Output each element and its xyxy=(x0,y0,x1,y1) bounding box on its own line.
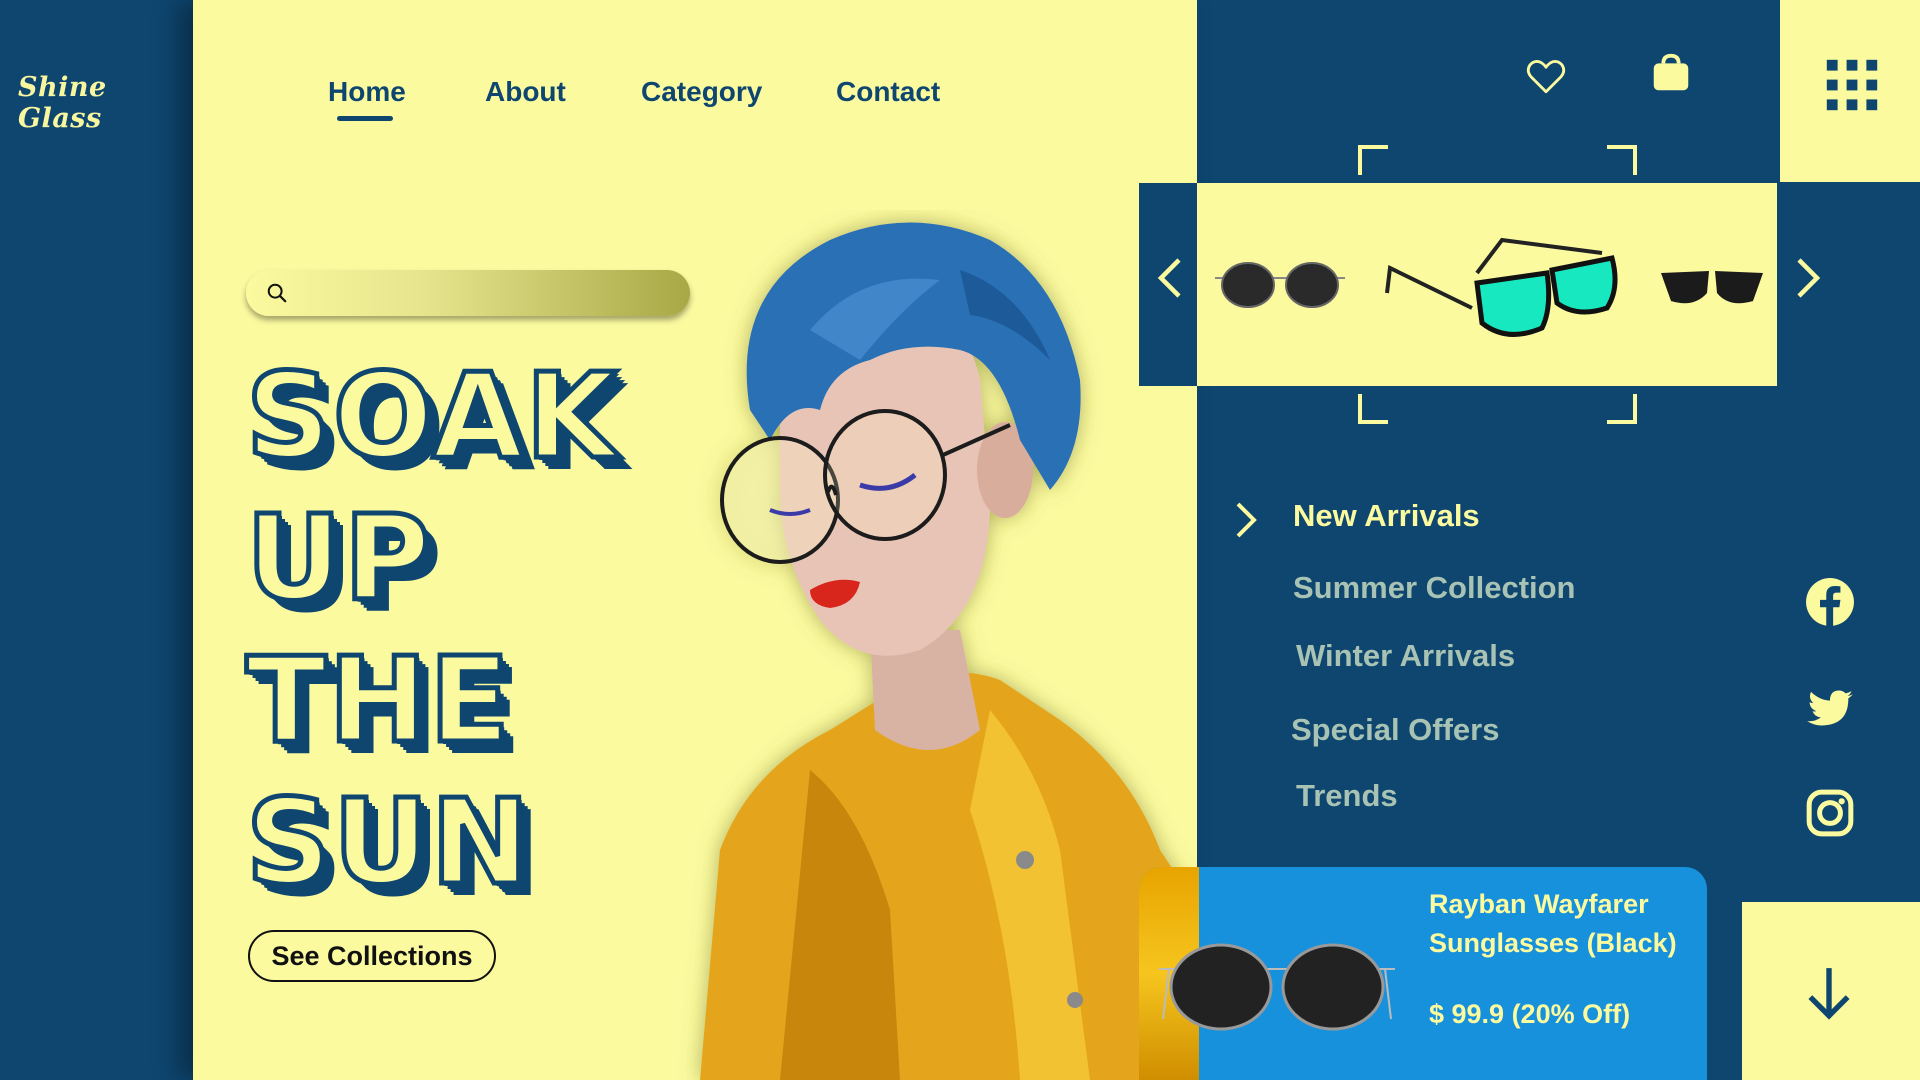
menu-winter-arrivals[interactable]: Winter Arrivals xyxy=(1296,638,1515,674)
facebook-icon[interactable] xyxy=(1805,577,1855,627)
brand-logo[interactable]: Shine Glass xyxy=(18,72,193,134)
menu-summer-collection[interactable]: Summer Collection xyxy=(1293,570,1576,606)
product-image-sunglasses xyxy=(1159,943,1395,1031)
nav-home[interactable]: Home xyxy=(328,76,406,108)
nav-category[interactable]: Category xyxy=(641,76,762,108)
nav-active-underline xyxy=(337,116,393,121)
featured-product-card[interactable]: Rayban Wayfarer Sunglasses (Black) $ 99.… xyxy=(1139,867,1707,1080)
frame-corner-bottom-left xyxy=(1358,394,1388,424)
headline-line-4: SUN xyxy=(244,771,533,914)
frame-corner-top-left xyxy=(1358,145,1388,175)
nav-contact[interactable]: Contact xyxy=(836,76,940,108)
shopping-bag-icon[interactable] xyxy=(1648,50,1694,96)
headline-line-1: SOAK xyxy=(244,345,620,488)
heart-icon[interactable] xyxy=(1525,55,1567,97)
left-rail: Shine Glass xyxy=(0,0,193,1080)
nav-about[interactable]: About xyxy=(485,76,566,108)
carousel-item-wayfarer-sunglasses[interactable] xyxy=(1659,263,1765,313)
grid-menu-icon[interactable] xyxy=(1825,58,1879,112)
menu-special-offers[interactable]: Special Offers xyxy=(1291,712,1499,748)
hero-headline: SOAK UP THE SUN xyxy=(244,345,620,914)
chevron-right-icon[interactable] xyxy=(1793,255,1823,301)
menu-new-arrivals[interactable]: New Arrivals xyxy=(1293,498,1480,534)
menu-trends[interactable]: Trends xyxy=(1296,778,1398,814)
search-icon[interactable] xyxy=(266,282,288,304)
hero-panel: Home About Category Contact SOAK UP THE … xyxy=(193,0,1197,1080)
see-collections-button[interactable]: See Collections xyxy=(248,930,496,982)
instagram-icon[interactable] xyxy=(1805,788,1855,838)
model-image xyxy=(700,222,1197,1080)
product-carousel xyxy=(1197,183,1777,386)
carousel-item-round-sunglasses[interactable] xyxy=(1215,253,1345,313)
headline-line-2: UP xyxy=(244,487,433,630)
search-bar[interactable] xyxy=(246,270,690,316)
menu-active-chevron-icon xyxy=(1236,502,1257,538)
frame-corner-bottom-right xyxy=(1607,394,1637,424)
carousel-item-teal-sunglasses[interactable] xyxy=(1382,228,1622,348)
product-price: $ 99.9 (20% Off) xyxy=(1429,999,1631,1029)
search-input[interactable] xyxy=(300,276,670,310)
headline-line-3: THE xyxy=(244,629,513,772)
frame-corner-top-right xyxy=(1607,145,1637,175)
scroll-down-tile[interactable] xyxy=(1742,902,1920,1080)
chevron-left-icon[interactable] xyxy=(1155,255,1185,301)
product-title: Rayban Wayfarer Sunglasses (Black) xyxy=(1429,889,1677,958)
grid-menu-tile[interactable] xyxy=(1780,0,1920,182)
arrow-down-icon[interactable] xyxy=(1804,964,1854,1022)
twitter-icon[interactable] xyxy=(1805,684,1855,734)
